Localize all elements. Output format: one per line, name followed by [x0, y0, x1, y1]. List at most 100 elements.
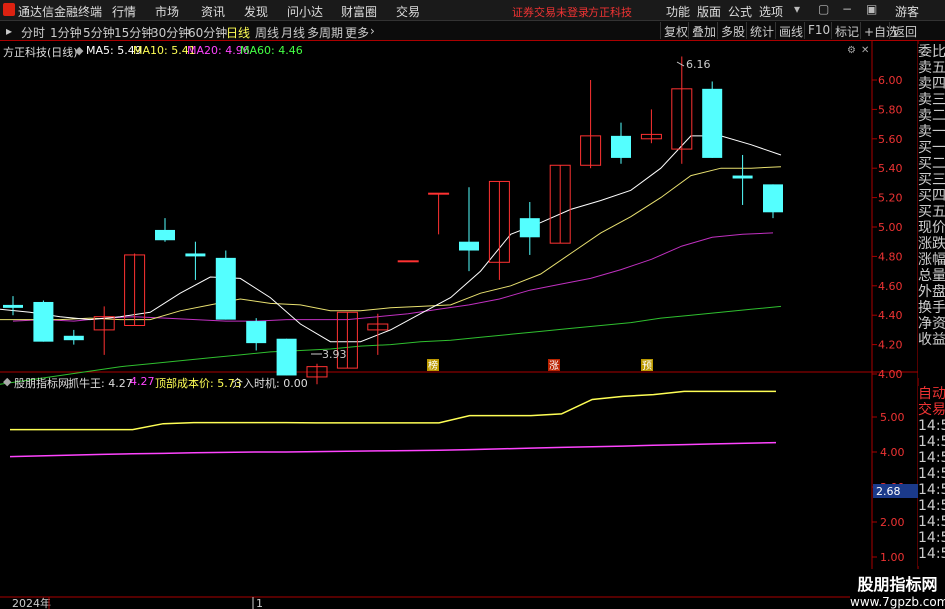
period-daily[interactable]: 日线: [226, 24, 250, 41]
period-5min[interactable]: 5分钟: [83, 24, 115, 41]
watermark-name: 股朋指标网: [857, 575, 938, 594]
candle-body: [276, 338, 297, 376]
period-60min[interactable]: 60分钟: [188, 24, 227, 41]
indicator-line: [10, 390, 776, 431]
trade-label: 14:56: [918, 434, 945, 450]
indicator-toggle-icon[interactable]: ◆: [3, 375, 11, 388]
period-fenshi[interactable]: 分时: [21, 24, 45, 41]
period-15min[interactable]: 15分钟: [114, 24, 153, 41]
quote-label: 涨跌: [918, 236, 945, 252]
btn-duogu[interactable]: 多股: [717, 22, 748, 39]
menu-wenxiaoda[interactable]: 问小达: [287, 3, 323, 20]
candle-body: [246, 321, 267, 344]
window-close-icon[interactable]: ▣: [866, 2, 877, 16]
candle-body: [33, 301, 54, 342]
quote-label: 买二: [918, 156, 945, 172]
quote-label: 收益: [918, 332, 945, 348]
watermark: 股朋指标网 www.7gpzb.com: [850, 569, 945, 609]
btn-tongji[interactable]: 统计: [746, 22, 777, 39]
more-arrow-icon[interactable]: ›: [370, 24, 375, 38]
candlesticks: [3, 56, 783, 385]
btn-fanhui[interactable]: 返回: [889, 22, 920, 39]
period-weekly[interactable]: 周线: [255, 24, 279, 41]
menu-jiaoyi[interactable]: 交易: [396, 3, 420, 20]
menu-hangqing[interactable]: 行情: [112, 3, 136, 20]
sub-current-value: 2.68: [876, 485, 901, 498]
window-max-icon[interactable]: −: [842, 2, 852, 16]
trade-label: 14:56: [918, 466, 945, 482]
candle-body: [63, 335, 84, 341]
candle-body: [155, 229, 175, 241]
y-tick-label: 5.60: [878, 133, 903, 146]
trade-label: 14:56: [918, 530, 945, 546]
period-30min[interactable]: 30分钟: [151, 24, 190, 41]
menu-banmian[interactable]: 版面: [697, 3, 721, 20]
close-icon[interactable]: ✕: [861, 45, 869, 56]
menu-gongneng[interactable]: 功能: [666, 3, 690, 20]
candle-body: [397, 260, 419, 263]
indicator-top-cost: 顶部成本价: 5.73: [155, 377, 242, 390]
settings-icon[interactable]: ⚙: [847, 45, 856, 56]
menu-zixun[interactable]: 资讯: [201, 3, 225, 20]
user-label[interactable]: 游客: [895, 3, 919, 20]
btn-f10[interactable]: F10: [804, 22, 833, 39]
toolbar-back-icon[interactable]: ▸: [6, 24, 12, 38]
menu-faxian[interactable]: 发现: [244, 3, 268, 20]
ma5-line: [0, 135, 782, 343]
quote-label: 净资: [918, 316, 945, 332]
window-menu-icon[interactable]: ▾: [794, 2, 800, 16]
app-logo-icon: [3, 3, 15, 16]
indicator-value-magenta: 4.27: [130, 375, 155, 388]
candle-body: [215, 257, 236, 320]
candle-body: [459, 241, 479, 251]
moving-average-lines: [0, 135, 782, 385]
quote-label: 买一: [918, 140, 945, 156]
y-tick-label: 4.00: [878, 368, 903, 381]
trade-label: 14:56: [918, 418, 945, 434]
y-tick-label: 6.00: [878, 74, 903, 87]
candle-body: [732, 175, 753, 179]
period-1min[interactable]: 1分钟: [50, 24, 82, 41]
trade-login-status[interactable]: 证券交易未登录: [512, 4, 589, 20]
stock-name-link[interactable]: 方正科技: [588, 4, 632, 20]
quote-label: 外盘: [918, 284, 945, 300]
menu-xuanxiang[interactable]: 选项: [759, 3, 783, 20]
btn-biaoji[interactable]: 标记: [831, 22, 862, 39]
cursor-label: 1: [256, 597, 263, 609]
ma10-line: [0, 166, 782, 321]
trade-label: 14:56: [918, 482, 945, 498]
trade-panel: 自动交易14:5614:5614:5614:5614:5614:5614:561…: [918, 386, 945, 566]
quote-label: 卖四: [918, 76, 945, 92]
quote-label: 现价: [918, 220, 945, 236]
menu-caifuquan[interactable]: 财富圈: [341, 3, 377, 20]
period-multi[interactable]: 多周期: [307, 24, 343, 41]
quote-label: 买三: [918, 172, 945, 188]
year-label: 2024年: [12, 596, 51, 609]
period-more[interactable]: 更多: [345, 24, 369, 41]
candle-body: [428, 192, 450, 195]
menu-shichang[interactable]: 市场: [155, 3, 179, 20]
candle-body: [763, 184, 783, 213]
marker-yu: 预: [642, 360, 652, 372]
candle-body: [185, 253, 206, 257]
trade-label: 14:56: [918, 498, 945, 514]
window-min-icon[interactable]: ▢: [818, 2, 829, 16]
menu-gongshi[interactable]: 公式: [728, 3, 752, 20]
y-tick-label: 5.20: [878, 192, 903, 205]
btn-diejia[interactable]: 叠加: [688, 22, 719, 39]
quote-label: 总量: [918, 268, 945, 284]
marker-zhang: 涨: [549, 360, 559, 372]
low-label: 3.93: [322, 348, 347, 361]
y-tick-label: 5.40: [878, 162, 903, 175]
btn-fuquan[interactable]: 复权: [660, 22, 691, 39]
y-tick-label: 5.00: [878, 221, 903, 234]
ma-toggle-icon[interactable]: ◆: [75, 44, 83, 57]
period-monthly[interactable]: 月线: [281, 24, 305, 41]
kline-chart[interactable]: 6.00 5.80 5.60 5.40 5.20 5.00 4.80 4.60 4.40 4.20…: [0, 41, 945, 609]
marker-bang: 榜: [428, 359, 438, 372]
sub-y-tick-label: 2.00: [880, 516, 905, 529]
btn-huaxian[interactable]: 画线: [775, 22, 806, 39]
y-tick-label: 4.60: [878, 280, 903, 293]
y-tick-label: 5.80: [878, 103, 903, 116]
quote-label: 买四: [918, 188, 945, 204]
